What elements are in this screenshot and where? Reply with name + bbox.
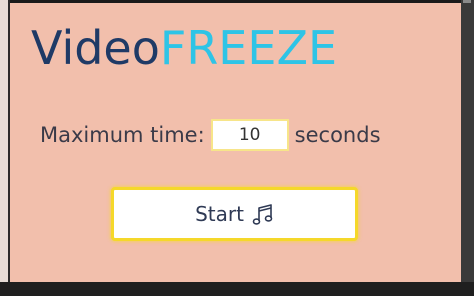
app-title-freeze: FREEZE: [159, 21, 338, 75]
app-window: VideoFREEZE Maximum time: seconds Start: [0, 0, 474, 296]
left-window-edge: [0, 0, 10, 296]
music-note-icon: [252, 203, 274, 227]
app-title: VideoFREEZE: [31, 15, 337, 81]
bottom-window-edge: [0, 282, 474, 296]
start-button[interactable]: Start: [111, 187, 358, 241]
start-button-label: Start: [195, 202, 244, 226]
seconds-label: seconds: [294, 123, 381, 147]
right-window-edge: [461, 0, 474, 296]
max-time-input[interactable]: [210, 119, 289, 151]
app-title-video: Video: [31, 21, 160, 75]
max-time-label: Maximum time:: [40, 123, 205, 147]
popup-panel: VideoFREEZE Maximum time: seconds Start: [10, 3, 461, 282]
max-time-row: Maximum time: seconds: [40, 117, 381, 153]
window-corner-marker: [463, 0, 471, 3]
